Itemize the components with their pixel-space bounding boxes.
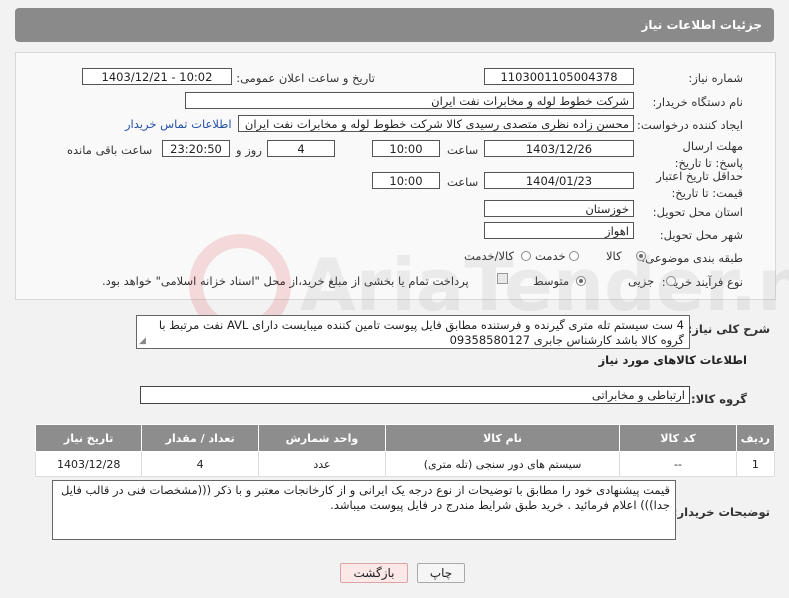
- province-field: خوزستان: [484, 200, 634, 217]
- page-title: جزئیات اطلاعات نیاز: [641, 18, 762, 32]
- remaining-label: ساعت باقی مانده: [67, 143, 153, 157]
- category-both-radio[interactable]: [521, 251, 531, 261]
- category-service-label: خدمت: [535, 249, 566, 263]
- validity-date-field: 1404/01/23: [484, 172, 634, 189]
- city-label: شهر محل تحویل:: [659, 228, 743, 242]
- item-code-cell: --: [619, 451, 737, 477]
- col-row-header: ردیف: [735, 424, 776, 452]
- requester-field: محسن زاده نظری متصدی رسیدی کالا شرکت خطو…: [238, 115, 634, 132]
- announce-field: 1403/12/21 - 10:02: [82, 68, 232, 85]
- print-button[interactable]: چاپ: [417, 563, 465, 583]
- col-name-header: نام کالا: [384, 424, 621, 452]
- col-unit-header: واحد شمارش: [257, 424, 386, 452]
- col-code-header: کد کالا: [619, 424, 737, 452]
- buyer-contact-link[interactable]: اطلاعات تماس خریدار: [125, 117, 232, 131]
- process-minor-label: جزیی: [628, 274, 655, 288]
- deadline-time-field: 10:00: [372, 140, 440, 157]
- days-label: روز و: [236, 143, 262, 157]
- process-medium-label: متوسط: [533, 274, 570, 288]
- goods-table: ردیف کد کالا نام کالا واحد شمارش تعداد /…: [34, 424, 776, 477]
- resize-handle-icon[interactable]: ◢: [139, 336, 149, 346]
- goods-table-header: ردیف کد کالا نام کالا واحد شمارش تعداد /…: [34, 424, 776, 452]
- unit-cell: عدد: [257, 451, 386, 477]
- days-field: 4: [267, 140, 335, 157]
- need-number-label: شماره نیاز:: [688, 71, 743, 85]
- deadline-time-label: ساعت: [447, 143, 479, 157]
- goods-group-label: گروه کالا:: [691, 392, 747, 406]
- category-both-label: کالا/خدمت: [464, 249, 515, 263]
- back-button[interactable]: بازگشت: [340, 563, 408, 583]
- buyer-org-label: نام دستگاه خریدار:: [652, 95, 743, 109]
- buyer-org-field: شرکت خطوط لوله و مخابرات نفت ایران: [185, 92, 634, 109]
- city-field: اهواز: [484, 222, 634, 239]
- validity-label: حداقل تاریخ اعتبار قیمت: تا تاریخ:: [656, 169, 743, 200]
- goods-section-title: اطلاعات کالاهای مورد نیاز: [598, 353, 747, 367]
- category-service-radio[interactable]: [569, 251, 579, 261]
- summary-label: شرح کلی نیاز:: [687, 322, 770, 336]
- process-minor-radio[interactable]: [666, 276, 676, 286]
- requester-label: ایجاد کننده درخواست:: [637, 118, 743, 132]
- need-number-field: 1103001105004378: [484, 68, 634, 85]
- remaining-time-field: 23:20:50: [162, 140, 230, 157]
- item-name-cell: سیستم های دور سنجی (تله متری): [384, 451, 621, 477]
- row-number-cell: 1: [735, 451, 776, 477]
- category-label: طبقه بندی موضوعی:: [641, 251, 743, 265]
- table-row: 1 -- سیستم های دور سنجی (تله متری) عدد 4…: [34, 451, 776, 477]
- col-qty-header: تعداد / مقدار: [141, 424, 259, 452]
- validity-time-field: 10:00: [372, 172, 440, 189]
- province-label: استان محل تحویل:: [652, 205, 743, 219]
- col-date-header: تاریخ نیاز: [34, 424, 143, 452]
- process-medium-radio[interactable]: [576, 276, 586, 286]
- category-goods-radio[interactable]: [636, 251, 646, 261]
- buyer-notes-label: توضیحات خریدار:: [672, 505, 770, 519]
- summary-text: 4 ست سیستم تله متری گیرنده و فرستنده مطا…: [136, 315, 690, 349]
- page-header: جزئیات اطلاعات نیاز: [15, 8, 774, 42]
- category-goods-label: کالا: [606, 249, 622, 263]
- treasury-payment-note: پرداخت تمام یا بخشی از مبلغ خرید،از محل …: [102, 274, 469, 288]
- goods-group-field: ارتباطی و مخابراتی: [140, 386, 690, 404]
- need-date-cell: 1403/12/28: [34, 451, 143, 477]
- validity-time-label: ساعت: [447, 175, 479, 189]
- buyer-notes-text: قیمت پیشنهادی خود را مطابق با توضیحات از…: [52, 480, 676, 540]
- deadline-label: مهلت ارسال پاسخ: تا تاریخ:: [674, 139, 743, 170]
- announce-label: تاریخ و ساعت اعلان عمومی:: [236, 71, 375, 85]
- treasury-payment-checkbox[interactable]: [497, 273, 508, 284]
- deadline-date-field: 1403/12/26: [484, 140, 634, 157]
- quantity-cell: 4: [141, 451, 259, 477]
